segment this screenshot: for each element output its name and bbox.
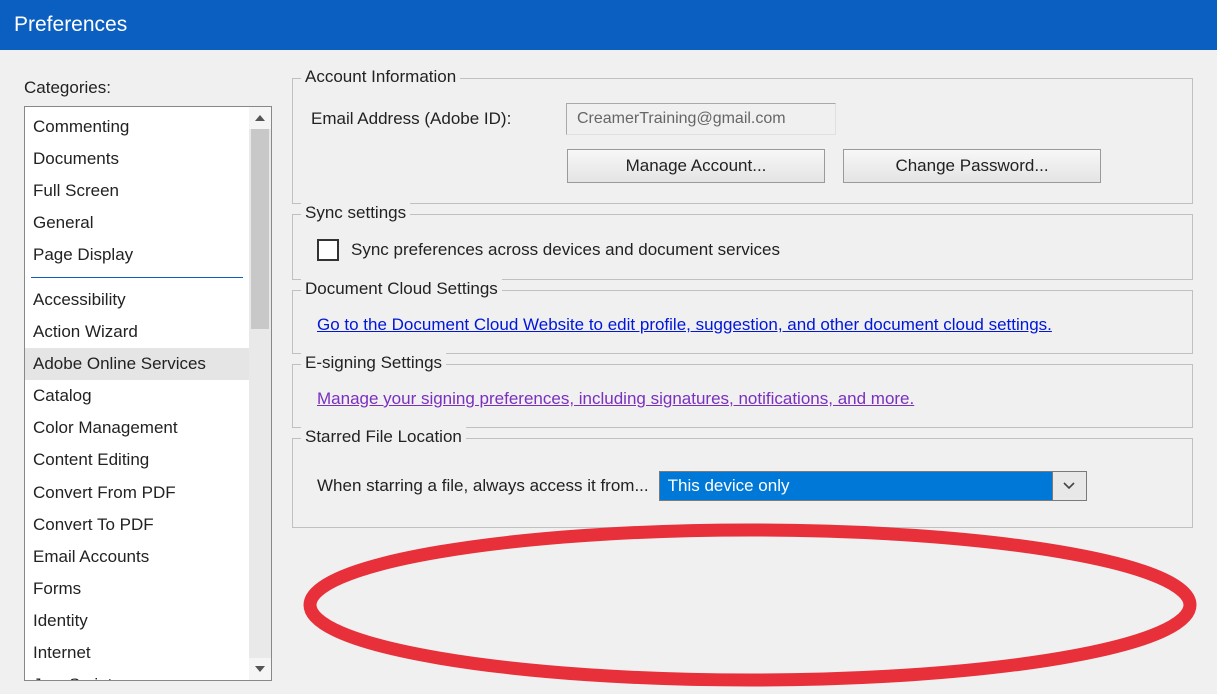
starred-file-value: This device only xyxy=(660,472,1052,500)
starred-file-label: When starring a file, always access it f… xyxy=(317,476,649,496)
category-item[interactable]: JavaScript xyxy=(25,669,249,680)
settings-panel: Account Information Email Address (Adobe… xyxy=(292,78,1193,693)
category-item[interactable]: Full Screen xyxy=(25,175,249,207)
category-item[interactable]: Internet xyxy=(25,637,249,669)
document-cloud-legend: Document Cloud Settings xyxy=(301,279,502,299)
esigning-link[interactable]: Manage your signing preferences, includi… xyxy=(317,389,914,408)
category-item[interactable]: Convert To PDF xyxy=(25,509,249,541)
starred-file-dropdown[interactable]: This device only xyxy=(659,471,1087,501)
category-item[interactable]: Forms xyxy=(25,573,249,605)
category-item[interactable]: Page Display xyxy=(25,239,249,271)
account-info-group: Account Information Email Address (Adobe… xyxy=(292,78,1193,204)
category-item[interactable]: Identity xyxy=(25,605,249,637)
category-item[interactable]: Email Accounts xyxy=(25,541,249,573)
email-field: CreamerTraining@gmail.com xyxy=(566,103,836,135)
change-password-button[interactable]: Change Password... xyxy=(843,149,1101,183)
category-separator xyxy=(31,277,243,278)
categories-listbox[interactable]: CommentingDocumentsFull ScreenGeneralPag… xyxy=(24,106,272,681)
esigning-legend: E-signing Settings xyxy=(301,353,446,373)
content-area: Categories: CommentingDocumentsFull Scre… xyxy=(0,50,1217,693)
scroll-down-arrow[interactable] xyxy=(249,658,271,680)
email-label: Email Address (Adobe ID): xyxy=(311,109,546,129)
category-item[interactable]: Content Editing xyxy=(25,444,249,476)
category-item[interactable]: Adobe Online Services xyxy=(25,348,249,380)
starred-file-legend: Starred File Location xyxy=(301,427,466,447)
document-cloud-group: Document Cloud Settings Go to the Docume… xyxy=(292,290,1193,354)
scroll-up-arrow[interactable] xyxy=(249,107,271,129)
document-cloud-link[interactable]: Go to the Document Cloud Website to edit… xyxy=(317,315,1052,334)
starred-file-group: Starred File Location When starring a fi… xyxy=(292,438,1193,528)
sync-settings-group: Sync settings Sync preferences across de… xyxy=(292,214,1193,280)
titlebar: Preferences xyxy=(0,0,1217,50)
category-item[interactable]: Commenting xyxy=(25,111,249,143)
categories-scrollbar[interactable] xyxy=(249,107,271,680)
manage-account-button[interactable]: Manage Account... xyxy=(567,149,825,183)
account-info-legend: Account Information xyxy=(301,67,460,87)
category-item[interactable]: General xyxy=(25,207,249,239)
category-item[interactable]: Catalog xyxy=(25,380,249,412)
category-item[interactable]: Color Management xyxy=(25,412,249,444)
categories-label: Categories: xyxy=(24,78,272,98)
category-item[interactable]: Documents xyxy=(25,143,249,175)
categories-panel: Categories: CommentingDocumentsFull Scre… xyxy=(24,78,272,693)
scroll-thumb[interactable] xyxy=(251,129,269,329)
esigning-group: E-signing Settings Manage your signing p… xyxy=(292,364,1193,428)
category-item[interactable]: Convert From PDF xyxy=(25,477,249,509)
scroll-track[interactable] xyxy=(249,129,271,658)
sync-settings-legend: Sync settings xyxy=(301,203,410,223)
chevron-down-icon[interactable] xyxy=(1052,472,1086,500)
category-item[interactable]: Accessibility xyxy=(25,284,249,316)
category-item[interactable]: Action Wizard xyxy=(25,316,249,348)
sync-checkbox[interactable] xyxy=(317,239,339,261)
sync-checkbox-label: Sync preferences across devices and docu… xyxy=(351,240,780,260)
window-title: Preferences xyxy=(14,13,127,37)
